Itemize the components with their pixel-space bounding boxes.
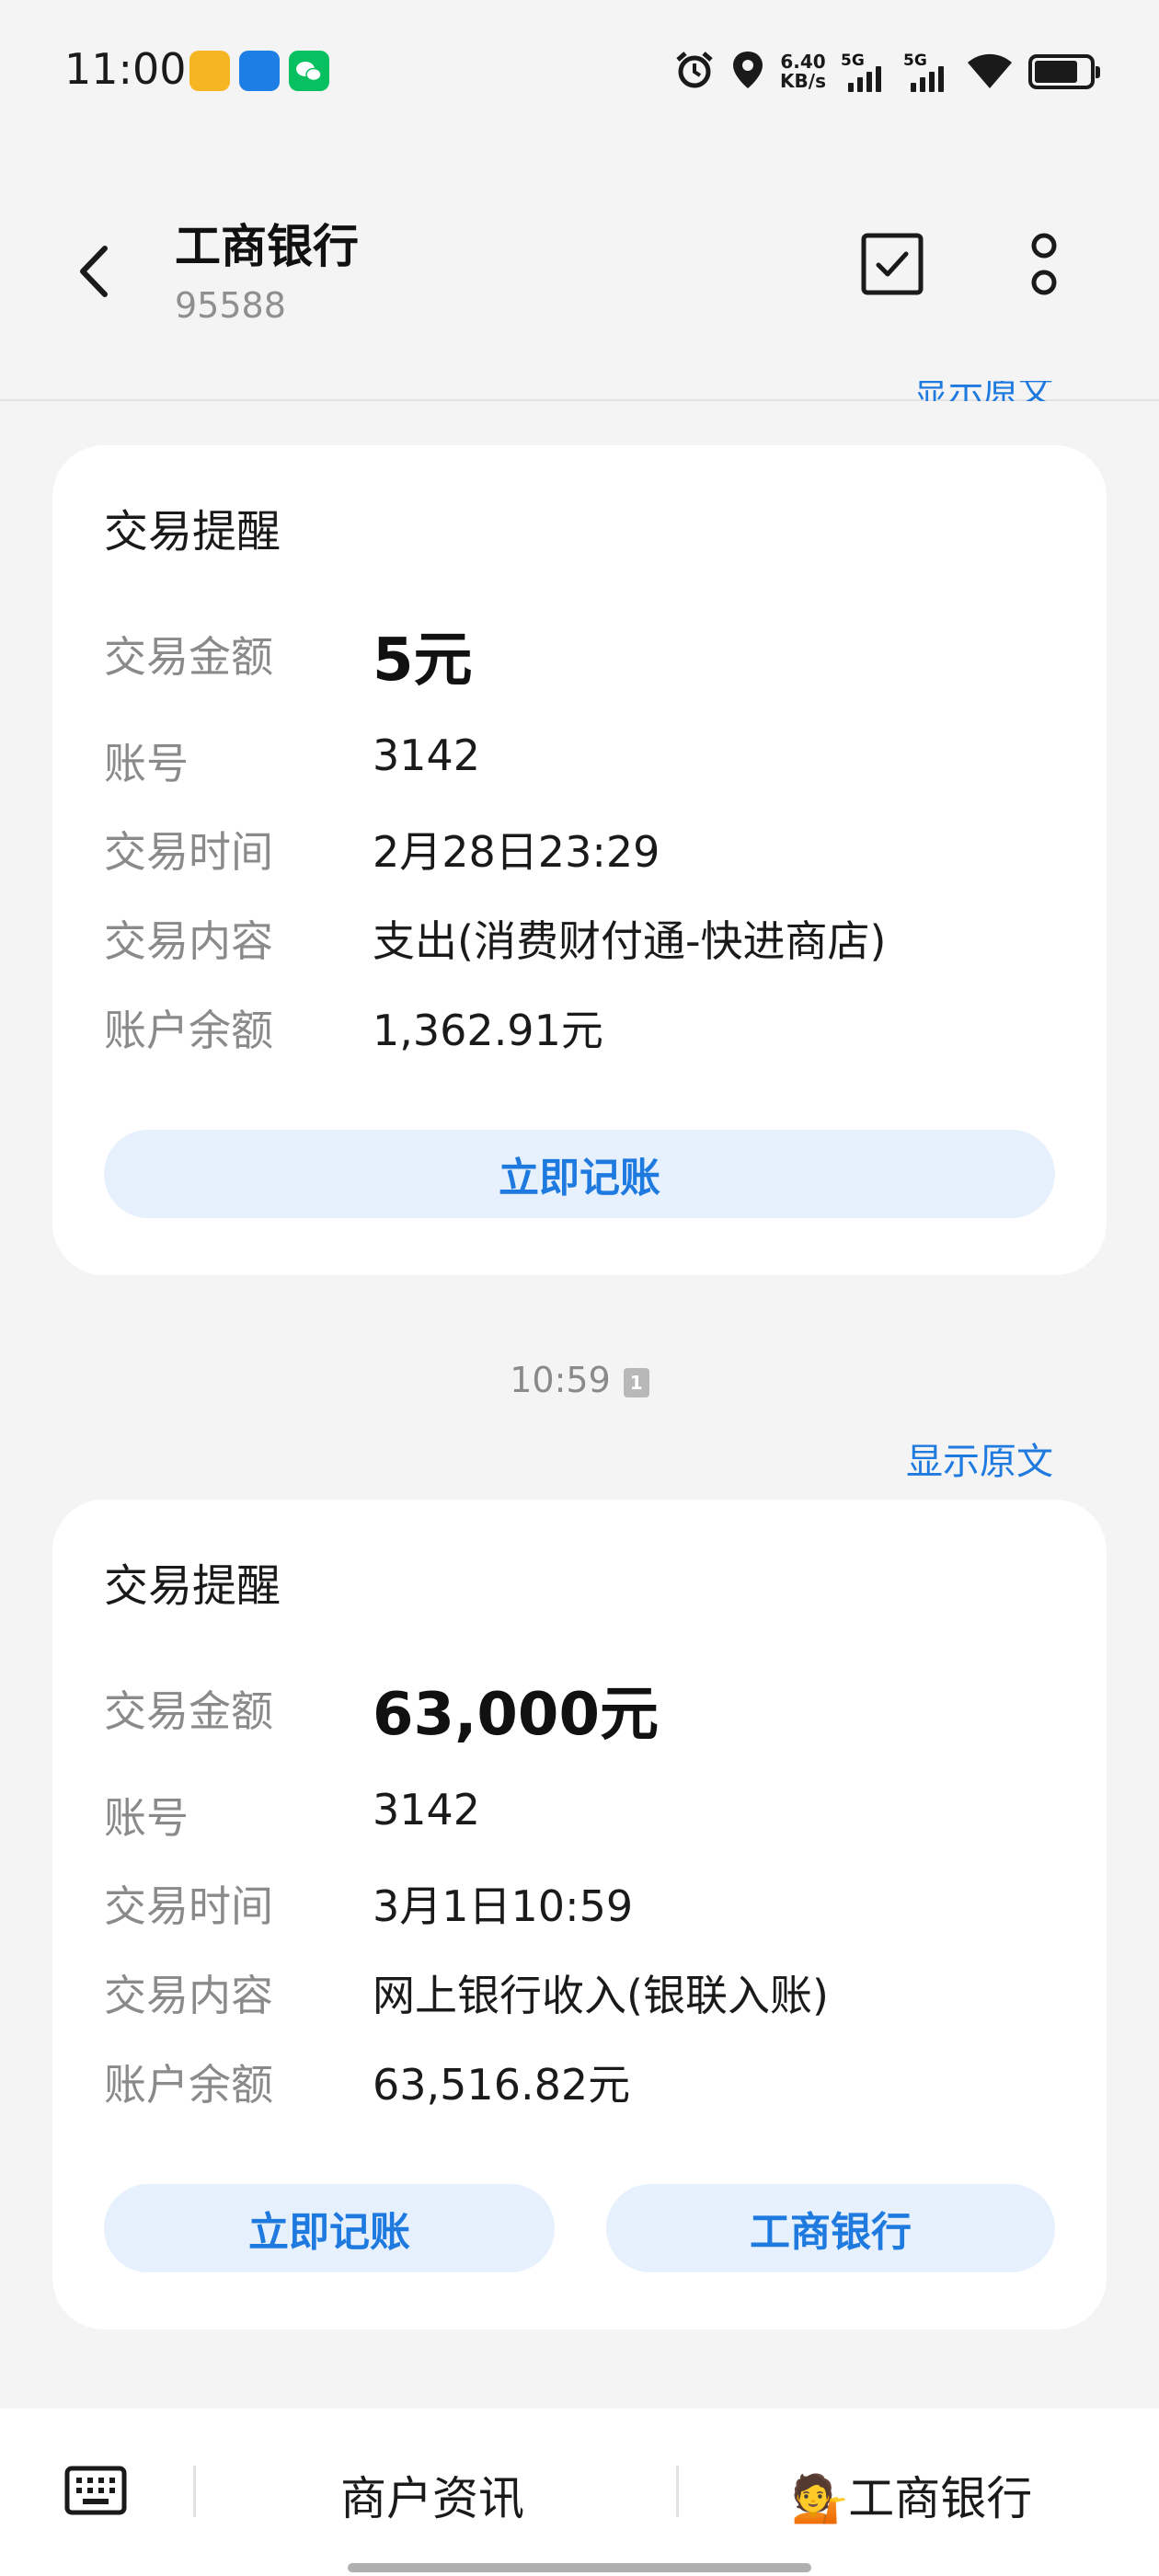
row-label: 交易时间: [104, 827, 273, 877]
status-time: 11:00: [64, 44, 187, 94]
divider: [676, 2466, 679, 2517]
more-options-icon[interactable]: [1016, 230, 1072, 300]
row-value: 1,362.91元: [373, 1006, 603, 1055]
contact-name: 工商银行: [175, 220, 359, 273]
row-value: 2月28日23:29: [373, 827, 660, 877]
show-original-link[interactable]: 显示原文: [906, 1432, 1053, 1485]
bottom-menu-bar: 商户资讯 💁工商银行: [0, 2409, 1159, 2576]
multi-select-icon[interactable]: [860, 232, 924, 296]
divider: [193, 2466, 196, 2517]
transaction-card: 交易提醒 交易金额 63,000元 账号 3142 交易时间 3月1日10:59…: [52, 1500, 1107, 2329]
message-timestamp: 10:59 1: [0, 1360, 1159, 1400]
back-button[interactable]: [68, 239, 123, 304]
contact-number: 95588: [175, 285, 286, 326]
row-value: 3142: [373, 1785, 481, 1834]
status-icons: 6.40 KB/s 5G 5G: [673, 44, 1100, 99]
record-now-button[interactable]: 立即记账: [104, 1130, 1055, 1218]
transaction-amount: 5元: [373, 627, 473, 695]
icbc-menu[interactable]: 💁工商银行: [791, 2462, 1032, 2528]
signal-icon: 5G: [903, 52, 951, 92]
keyboard-icon[interactable]: [64, 2466, 127, 2515]
row-label: 交易时间: [104, 1881, 273, 1931]
home-indicator[interactable]: [348, 2563, 811, 2572]
row-value: 3142: [373, 730, 481, 780]
show-original-link[interactable]: 显示原文: [913, 381, 1053, 401]
icbc-button[interactable]: 工商银行: [606, 2184, 1055, 2272]
row-value: 支出(消费财付通-快进商店): [373, 916, 887, 966]
row-label: 交易内容: [104, 916, 273, 966]
row-value: 网上银行收入(银联入账): [373, 1971, 829, 2020]
conversation-header: 工商银行 95588: [0, 138, 1159, 401]
battery-icon: [1028, 54, 1100, 89]
alarm-icon: [673, 49, 716, 95]
net-speed: 6.40 KB/s: [780, 51, 826, 92]
person-emoji-icon: 💁: [791, 2472, 849, 2525]
notification-app-icon: [239, 51, 280, 91]
transaction-card: 交易提醒 交易金额 5元 账号 3142 交易时间 2月28日23:29 交易内…: [52, 445, 1107, 1275]
card-title: 交易提醒: [104, 1560, 281, 1612]
row-label: 账户余额: [104, 1006, 273, 1055]
location-icon: [730, 49, 765, 95]
wifi-icon: [966, 50, 1014, 94]
status-bar: 11:00 6.40 KB/s 5G 5G: [0, 0, 1159, 138]
row-label: 账号: [104, 739, 189, 788]
transaction-amount: 63,000元: [373, 1681, 659, 1749]
signal-icon: 5G: [841, 52, 889, 92]
row-label: 交易金额: [104, 1686, 273, 1736]
row-label: 账号: [104, 1793, 189, 1843]
merchant-info-menu[interactable]: 商户资讯: [340, 2462, 524, 2528]
row-value: 3月1日10:59: [373, 1881, 634, 1931]
wechat-icon: [289, 51, 329, 91]
row-label: 账户余额: [104, 2060, 273, 2110]
row-label: 交易内容: [104, 1971, 273, 2020]
row-label: 交易金额: [104, 632, 273, 682]
card-title: 交易提醒: [104, 506, 281, 558]
sim-card-icon: 1: [623, 1367, 649, 1397]
row-value: 63,516.82元: [373, 2060, 631, 2110]
record-now-button[interactable]: 立即记账: [104, 2184, 555, 2272]
notification-app-icon: [189, 51, 230, 91]
